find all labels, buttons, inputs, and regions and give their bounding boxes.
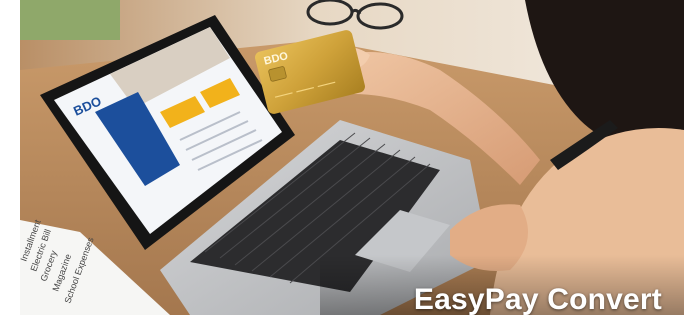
page-margin <box>0 0 20 315</box>
promo-banner: Installment Electric Bill Grocery Magazi… <box>20 0 684 315</box>
banner-title: EasyPay Convert <box>413 283 662 315</box>
foliage <box>20 0 120 40</box>
banner-photo: Installment Electric Bill Grocery Magazi… <box>20 0 684 315</box>
